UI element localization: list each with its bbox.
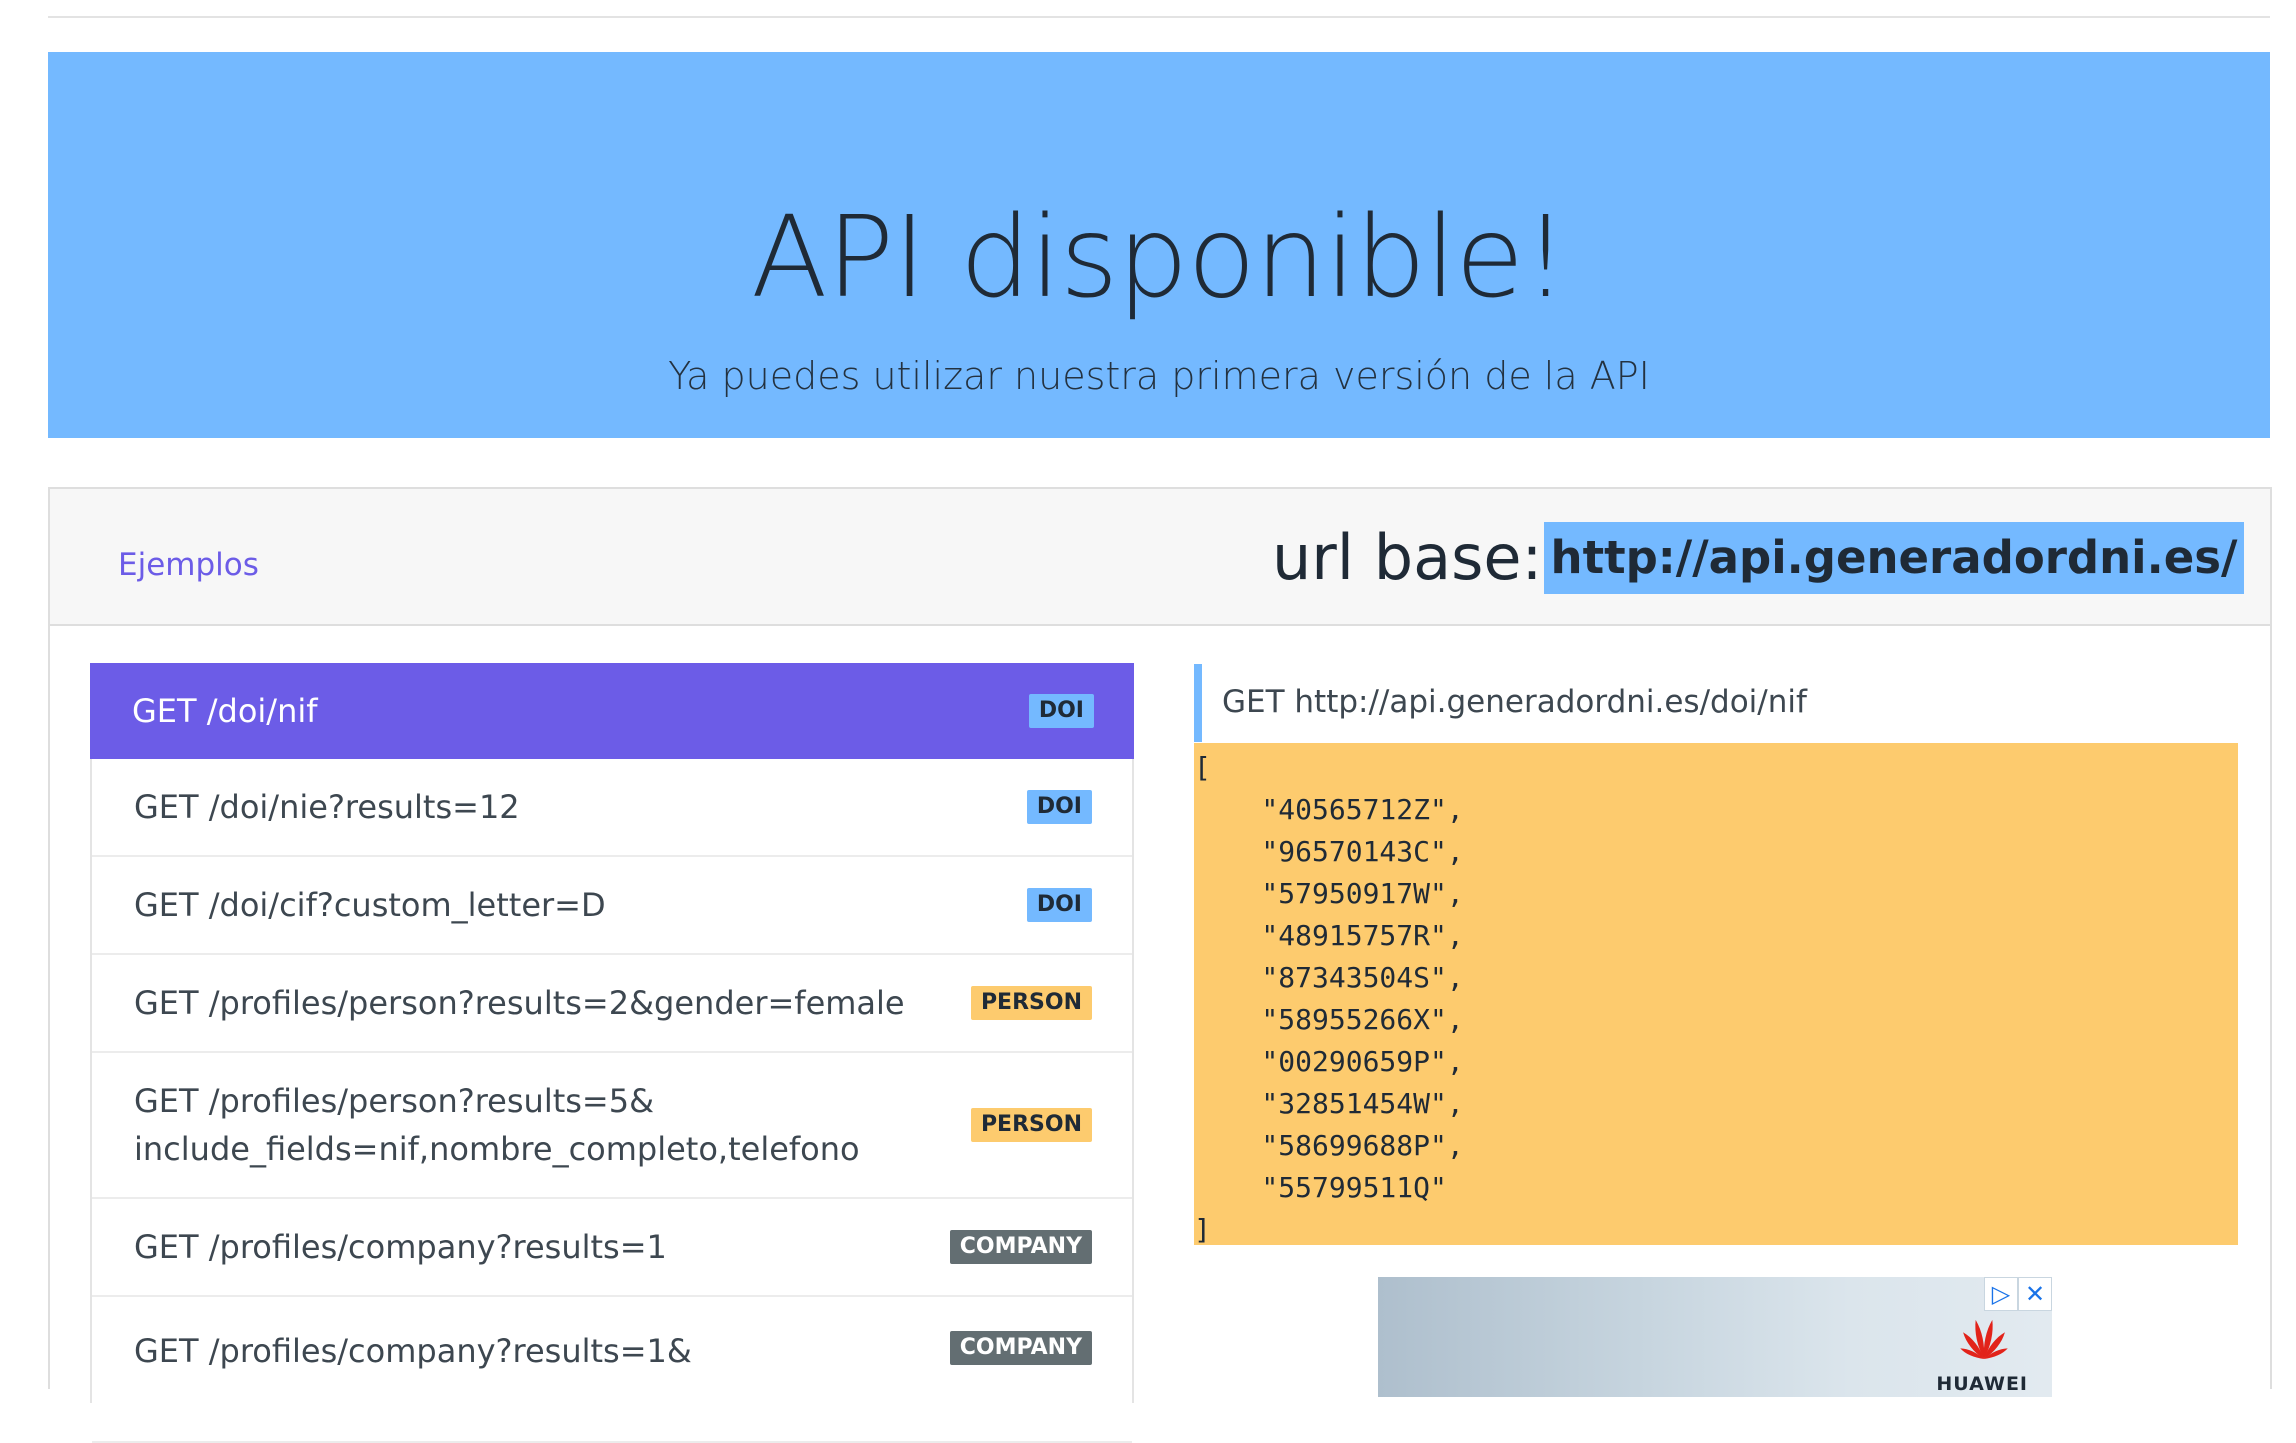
hero-banner: API disponible! Ya puedes utilizar nuest… bbox=[48, 52, 2270, 438]
endpoint-tag: DOI bbox=[1028, 694, 1094, 728]
endpoint-tag: COMPANY bbox=[949, 1331, 1092, 1365]
endpoint-item-person-fields[interactable]: GET /profiles/person?results=5& include_… bbox=[92, 1053, 1132, 1199]
url-base-label: url base: bbox=[1272, 521, 1543, 594]
response-line: "55799511Q" bbox=[1194, 1171, 1447, 1204]
endpoint-list: GET /doi/nif DOI GET /doi/nie?results=12… bbox=[90, 663, 1134, 1443]
endpoint-item-company-fields[interactable]: GET /profiles/company?results=1& COMPANY bbox=[92, 1297, 1132, 1443]
ad-brand-name: HUAWEI bbox=[1936, 1373, 2028, 1395]
endpoint-label: GET /profiles/person?results=2&gender=fe… bbox=[134, 984, 905, 1022]
endpoint-tag: PERSON bbox=[970, 986, 1092, 1020]
endpoint-tag: PERSON bbox=[970, 1108, 1092, 1142]
url-base-value: http://api.generadordni.es/ bbox=[1544, 522, 2244, 594]
endpoint-tag: DOI bbox=[1026, 888, 1092, 922]
endpoint-label: GET /doi/nif bbox=[132, 692, 318, 730]
response-line: "57950917W", bbox=[1194, 877, 1464, 910]
hero-subtitle: Ya puedes utilizar nuestra primera versi… bbox=[668, 354, 1650, 398]
endpoint-label: GET /profiles/company?results=1& bbox=[134, 1332, 692, 1370]
response-line: "00290659P", bbox=[1194, 1045, 1464, 1078]
response-line: "58955266X", bbox=[1194, 1003, 1464, 1036]
endpoint-item-doi-cif[interactable]: GET /doi/cif?custom_letter=D DOI bbox=[92, 857, 1132, 955]
response-line: "96570143C", bbox=[1194, 835, 1464, 868]
endpoint-item-company[interactable]: GET /profiles/company?results=1 COMPANY bbox=[92, 1199, 1132, 1297]
response-body: [ "40565712Z", "96570143C", "57950917W",… bbox=[1194, 743, 2238, 1246]
endpoint-label: GET /doi/nie?results=12 bbox=[134, 788, 520, 826]
top-divider bbox=[48, 16, 2270, 18]
endpoint-label: GET /profiles/company?results=1 bbox=[134, 1228, 667, 1266]
endpoint-item-doi-nie[interactable]: GET /doi/nie?results=12 DOI bbox=[92, 759, 1132, 857]
response-line: ] bbox=[1194, 1213, 1211, 1246]
response-line: "58699688P", bbox=[1194, 1129, 1464, 1162]
examples-tab-link[interactable]: Ejemplos bbox=[118, 547, 259, 583]
hero-title: API disponible! bbox=[750, 193, 1568, 323]
advertisement-banner[interactable]: ▷ ✕ HUAWEI bbox=[1378, 1277, 2052, 1397]
card-header: Ejemplos url base: http://api.generadord… bbox=[50, 489, 2270, 626]
endpoint-tag: DOI bbox=[1026, 790, 1092, 824]
api-examples-card: Ejemplos url base: http://api.generadord… bbox=[48, 487, 2272, 1443]
response-line: "48915757R", bbox=[1194, 919, 1464, 952]
response-line: [ bbox=[1194, 751, 1211, 784]
request-text: GET http://api.generadordni.es/doi/nif bbox=[1222, 684, 1807, 720]
endpoint-item-doi-nif[interactable]: GET /doi/nif DOI bbox=[90, 663, 1134, 759]
response-line: "32851454W", bbox=[1194, 1087, 1464, 1120]
request-url: GET http://api.generadordni.es/doi/nif bbox=[1194, 664, 2222, 742]
endpoint-label: GET /doi/cif?custom_letter=D bbox=[134, 886, 606, 924]
endpoint-item-person-female[interactable]: GET /profiles/person?results=2&gender=fe… bbox=[92, 955, 1132, 1053]
response-line: "40565712Z", bbox=[1194, 793, 1464, 826]
response-line: "87343504S", bbox=[1194, 961, 1464, 994]
endpoint-tag: COMPANY bbox=[949, 1230, 1092, 1264]
endpoint-label: GET /profiles/person?results=5& include_… bbox=[134, 1082, 860, 1168]
